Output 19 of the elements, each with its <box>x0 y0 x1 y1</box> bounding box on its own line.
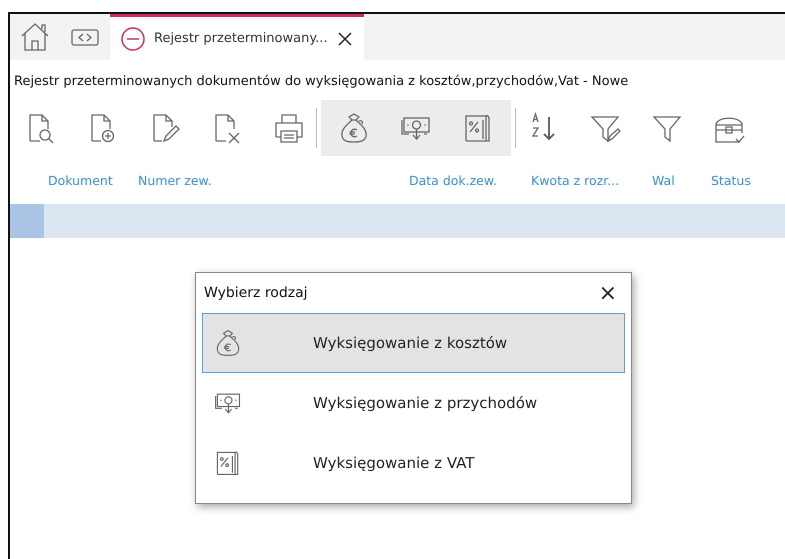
column-header[interactable]: Wal <box>652 172 711 188</box>
minus-circle-icon <box>120 26 146 52</box>
option-item[interactable]: Wyksięgowanie z przychodów <box>202 373 625 433</box>
tab-label: Rejestr przeterminowany... <box>154 31 328 46</box>
column-header[interactable]: Kwota z rozr... <box>531 172 652 188</box>
option-item[interactable]: Wyksięgowanie z kosztów <box>202 313 625 373</box>
tab[interactable]: Rejestr przeterminowany... <box>110 14 364 60</box>
window-title: Rejestr przeterminowanych dokumentów do wyksięgowania z kosztów,przychodów,Vat - Nowe <box>13 73 630 91</box>
option-label: Wyksięgowanie z przychodów <box>313 394 538 412</box>
option-item[interactable]: Wyksięgowanie z VAT <box>202 433 625 493</box>
close-tab-button[interactable] <box>336 32 354 46</box>
dialog-title: Wybierz rodzaj <box>204 285 308 301</box>
column-header[interactable]: Data dok.zew. <box>409 172 531 188</box>
close-button[interactable]: × <box>592 280 623 306</box>
column-header[interactable]: Dokument <box>48 172 138 188</box>
option-label: Wyksięgowanie z kosztów <box>313 334 508 352</box>
column-header[interactable]: Numer zew. <box>138 172 409 188</box>
column-header[interactable]: Status <box>711 172 785 188</box>
option-label: Wyksięgowanie z VAT <box>313 454 474 472</box>
